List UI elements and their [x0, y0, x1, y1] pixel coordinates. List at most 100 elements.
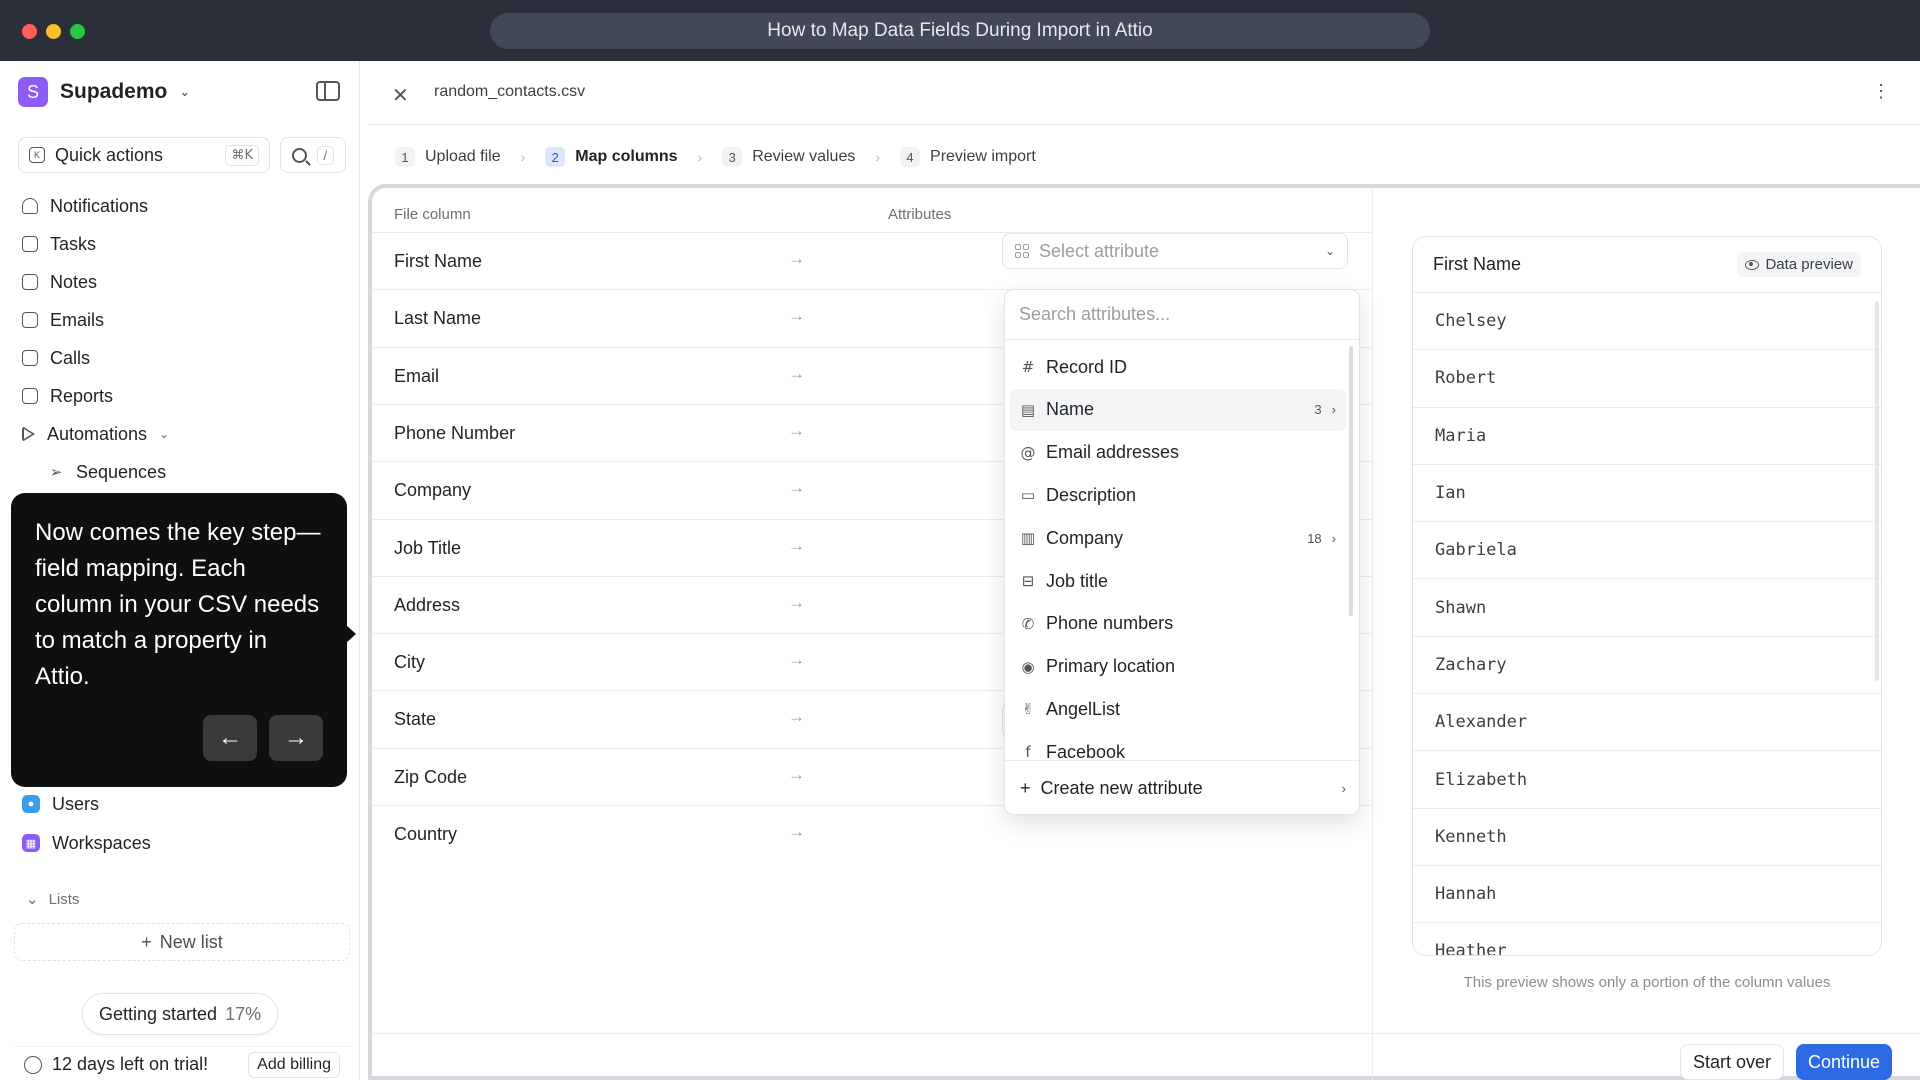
sidebar-item-label: Notes [50, 271, 98, 292]
step-map-columns[interactable]: 2 Map columns [545, 147, 678, 167]
attribute-option[interactable]: ✆ Phone numbers [1010, 603, 1346, 645]
plus-icon: + [1020, 778, 1031, 798]
close-icon[interactable]: ✕ [392, 83, 409, 108]
arrow-right-icon: → [788, 707, 805, 727]
create-attribute-label: Create new attribute [1040, 778, 1203, 798]
preview-scrollbar[interactable] [1875, 301, 1879, 681]
close-window-button[interactable] [22, 24, 37, 39]
sidebar-item-users[interactable]: ● Users [22, 789, 342, 819]
attribute-select-placeholder: Select attribute [1039, 240, 1160, 261]
attribute-option[interactable]: ▭ Description [1010, 474, 1346, 516]
step-preview-import[interactable]: 4 Preview import [900, 147, 1036, 167]
create-new-attribute-button[interactable]: + Create new attribute › [1005, 760, 1359, 814]
dropdown-scrollbar[interactable] [1349, 346, 1353, 616]
continue-button[interactable]: Continue [1796, 1044, 1893, 1080]
file-column-name: Country [394, 824, 458, 844]
sidebar-item-automations[interactable]: Automations ⌄ [22, 419, 342, 449]
preview-header: First Name Data preview [1413, 237, 1881, 293]
sidebar-item-notifications[interactable]: Notifications [22, 191, 342, 221]
workspace-switcher[interactable]: S Supademo ⌄ [18, 77, 190, 107]
attribute-option-label: Company [1046, 527, 1124, 548]
attribute-option[interactable]: ⊟ Job title [1010, 560, 1346, 602]
step-upload-file[interactable]: 1 Upload file [395, 147, 501, 167]
attribute-option[interactable]: @ Email addresses [1010, 432, 1346, 474]
attribute-option-count: 3 [1314, 402, 1322, 418]
panel-divider [1372, 188, 1373, 1080]
file-column-name: First Name [394, 251, 483, 271]
arrow-right-icon: → [788, 650, 805, 670]
sidebar-item-label: Workspaces [52, 832, 151, 853]
search-shortcut: / [316, 145, 335, 165]
attribute-option[interactable]: ◉ Primary location [1010, 646, 1346, 688]
bell-icon [22, 198, 38, 214]
preview-value: Hannah [1413, 866, 1881, 924]
minimize-window-button[interactable] [46, 24, 61, 39]
clock-icon [24, 1055, 42, 1074]
sidebar-item-label: Emails [50, 309, 105, 330]
quick-actions-shortcut: ⌘K [225, 144, 259, 166]
sidebar-item-label: Reports [50, 385, 114, 406]
attribute-option[interactable]: ✌ AngelList [1010, 688, 1346, 730]
step-number: 1 [395, 147, 415, 167]
import-panel: ✕ random_contacts.csv ⋮ 1 Upload file › … [368, 61, 1920, 1080]
getting-started-percent: 17% [225, 1003, 262, 1024]
sidebar-item-calls[interactable]: Calls [22, 343, 342, 373]
arrow-right-icon: → [788, 822, 805, 841]
quick-actions-button[interactable]: K Quick actions ⌘K [18, 137, 270, 173]
attribute-option[interactable]: # Record ID [1010, 346, 1346, 388]
attribute-type-icon: ◉ [1021, 657, 1035, 676]
chevron-right-icon: › [1331, 530, 1336, 546]
arrow-right-icon: → [788, 249, 805, 268]
file-column-name: State [394, 709, 437, 730]
add-billing-button[interactable]: Add billing [248, 1051, 340, 1078]
data-preview-badge: Data preview [1737, 252, 1861, 277]
attribute-search-input[interactable]: Search attributes... [1005, 290, 1359, 340]
step-number: 2 [545, 147, 566, 167]
sidebar-item-emails[interactable]: Emails [22, 305, 342, 335]
attribute-option[interactable]: ▤ Name 3 › [1010, 388, 1346, 431]
attribute-option-label: AngelList [1046, 698, 1121, 719]
sidebar-item-tasks[interactable]: Tasks [22, 229, 342, 259]
sidebar-item-label: Tasks [50, 233, 97, 254]
tooltip-next-button[interactable]: → [269, 715, 323, 761]
sidebar-item-notes[interactable]: Notes [22, 267, 342, 297]
attribute-option[interactable]: ▥ Company 18 › [1010, 517, 1346, 559]
import-filename: random_contacts.csv [434, 83, 586, 100]
attribute-option-label: Phone numbers [1046, 613, 1174, 634]
more-options-icon[interactable]: ⋮ [1872, 81, 1890, 102]
file-column-name: Zip Code [394, 766, 468, 787]
getting-started-label: Getting started [99, 1003, 218, 1024]
check-square-icon [22, 236, 38, 252]
trial-label: 12 days left on trial! [52, 1054, 209, 1074]
file-column-name: Phone Number [394, 422, 516, 443]
attribute-type-icon: ✆ [1021, 614, 1035, 633]
new-list-button[interactable]: + New list [14, 923, 350, 961]
lists-section-header[interactable]: ⌄ Lists [26, 890, 79, 909]
step-label: Upload file [425, 148, 501, 165]
attribute-select[interactable]: Select attribute ⌄ [1002, 233, 1348, 269]
sidebar-item-reports[interactable]: Reports [22, 381, 342, 411]
step-label: Preview import [930, 148, 1036, 165]
grid-icon: ▦ [22, 834, 40, 852]
sidebar-toggle-icon[interactable] [316, 81, 340, 101]
data-preview-panel: First Name Data preview Chelsey Robert Mar… [1412, 236, 1882, 956]
attribute-type-icon: ▭ [1020, 486, 1036, 505]
attribute-option-label: Primary location [1046, 656, 1176, 677]
tooltip-prev-button[interactable]: ← [203, 715, 257, 761]
search-icon [291, 147, 307, 163]
arrow-right-icon: → [788, 306, 805, 326]
sidebar-item-label: Calls [50, 347, 91, 368]
getting-started-button[interactable]: Getting started 17% [82, 993, 279, 1035]
workspace-avatar: S [18, 77, 48, 107]
attribute-option-label: Description [1046, 484, 1137, 505]
start-over-button[interactable]: Start over [1680, 1044, 1785, 1080]
sidebar-item-workspaces[interactable]: ▦ Workspaces [22, 828, 342, 858]
step-review-values[interactable]: 3 Review values [722, 147, 855, 167]
preview-value: Heather [1413, 923, 1881, 955]
sidebar-item-sequences[interactable]: ➢ Sequences [48, 457, 368, 487]
attribute-type-icon: # [1021, 358, 1035, 376]
chevron-right-icon: › [875, 149, 881, 165]
maximize-window-button[interactable] [70, 24, 85, 39]
search-button[interactable]: / [280, 137, 346, 173]
attribute-type-icon: ✌ [1021, 700, 1035, 719]
